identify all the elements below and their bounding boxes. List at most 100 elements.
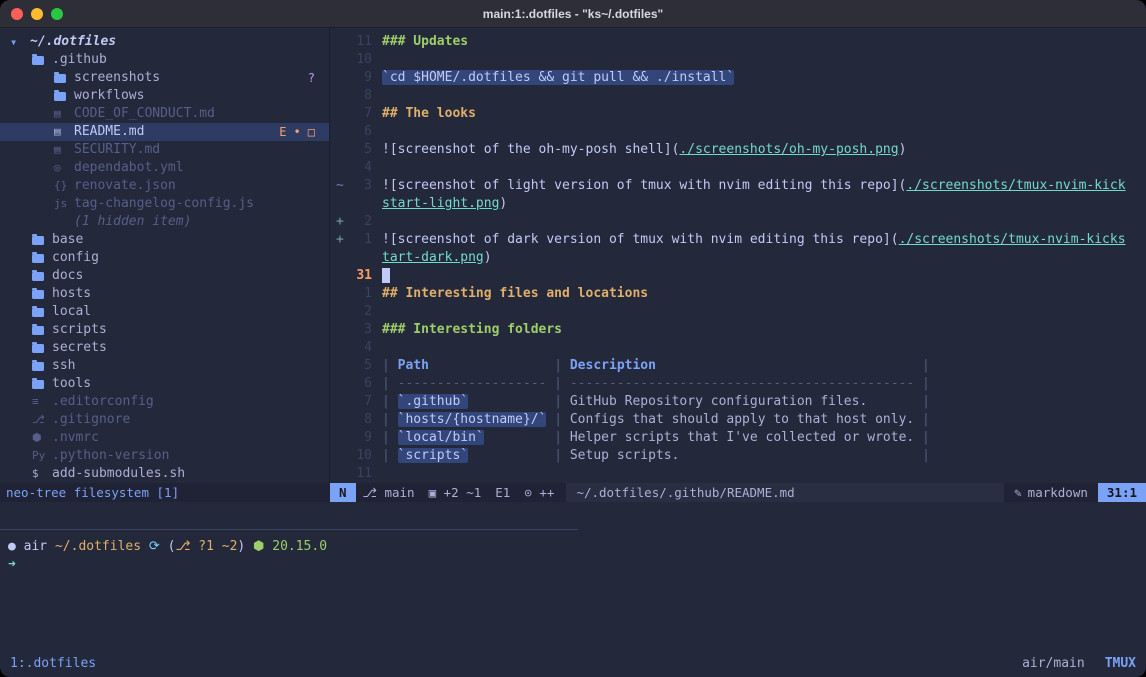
editor-line[interactable]: 8 xyxy=(330,87,1146,105)
editor-line[interactable]: 31 xyxy=(330,267,1146,285)
tree-item-label: .github xyxy=(52,51,107,69)
editor-buffer[interactable]: 11### Updates109`cd $HOME/.dotfiles && g… xyxy=(330,28,1146,483)
text-segment: | xyxy=(382,358,398,373)
text-segment: ### Updates xyxy=(382,34,468,49)
line-number: 4 xyxy=(346,339,372,357)
text-segment: GitHub Repository configuration files. xyxy=(570,394,867,409)
line-number: 3 xyxy=(346,321,372,339)
tree-item-label: (1 hidden item) xyxy=(74,213,191,231)
editor-line[interactable]: +2 xyxy=(330,213,1146,231)
tree-item[interactable]: workflows xyxy=(0,87,329,105)
line-number: 11 xyxy=(346,465,372,483)
editor-line[interactable]: 9`cd $HOME/.dotfiles && git pull && ./in… xyxy=(330,69,1146,87)
tree-item-label: CODE_OF_CONDUCT.md xyxy=(74,105,215,123)
tmux-window-name[interactable]: 1:.dotfiles xyxy=(10,656,96,671)
tree-item[interactable]: $add-submodules.sh xyxy=(0,465,329,483)
gitsign-column xyxy=(330,249,346,267)
markdown-link-url[interactable]: start-light.png xyxy=(382,196,499,211)
tree-item-badges: E•□ xyxy=(279,123,315,141)
editor-line[interactable]: 5![screenshot of the oh-my-posh shell](.… xyxy=(330,141,1146,159)
line-text xyxy=(382,267,1146,285)
close-button[interactable] xyxy=(11,8,23,20)
markdown-link-url[interactable]: ./screenshots/tmux-nvim-kicks xyxy=(899,232,1126,247)
prompt-line: ● air ~/.dotfiles ⟳ (⎇ ?1 ~2) ⬢ 20.15.0 xyxy=(0,538,1146,556)
tree-item[interactable]: ▤CODE_OF_CONDUCT.md xyxy=(0,105,329,123)
tree-item[interactable]: base xyxy=(0,231,329,249)
minimize-button[interactable] xyxy=(31,8,43,20)
markdown-link-url[interactable]: tart-dark.png xyxy=(382,250,484,265)
tree-item-label: config xyxy=(52,249,99,267)
tree-item[interactable]: ≡.editorconfig xyxy=(0,393,329,411)
dependabot-icon: ◎ xyxy=(54,159,70,177)
gitsign-column xyxy=(330,465,346,483)
tree-item[interactable]: ⬢.nvmrc xyxy=(0,429,329,447)
tree-item[interactable]: secrets xyxy=(0,339,329,357)
editor-line[interactable]: start-light.png) xyxy=(330,195,1146,213)
line-text xyxy=(382,159,1146,177)
tree-item[interactable]: ▾~/.dotfiles xyxy=(0,33,329,51)
editor-line[interactable]: 10 xyxy=(330,51,1146,69)
editor-line[interactable]: 3### Interesting folders xyxy=(330,321,1146,339)
editor-line[interactable]: 5 | Path | Description | xyxy=(330,357,1146,375)
tree-item[interactable]: ▤SECURITY.md xyxy=(0,141,329,159)
shell-icon: $ xyxy=(32,465,48,483)
tree-item-label: docs xyxy=(52,267,83,285)
tree-item[interactable]: ▤README.mdE•□ xyxy=(0,123,329,141)
lualine-statusline: N ⎇ main▣ +2 ~1E1⊙ ++ ~/.dotfiles/.githu… xyxy=(330,483,1146,502)
markdown-link-url[interactable]: ./screenshots/tmux-nvim-kick xyxy=(906,178,1125,193)
editor-line[interactable]: 2 xyxy=(330,303,1146,321)
tree-item[interactable]: .github xyxy=(0,51,329,69)
shell-pane[interactable]: ● air ~/.dotfiles ⟳ (⎇ ?1 ~2) ⬢ 20.15.0 … xyxy=(0,502,1146,649)
gitsign-column xyxy=(330,339,346,357)
tree-item[interactable]: (1 hidden item) xyxy=(0,213,329,231)
editor-line[interactable]: 10| `scripts` | Setup scripts. | xyxy=(330,447,1146,465)
editor-line[interactable]: 4 xyxy=(330,159,1146,177)
editor-line[interactable]: ~3![screenshot of light version of tmux … xyxy=(330,177,1146,195)
tree-item-label: base xyxy=(52,231,83,249)
line-number xyxy=(346,249,372,267)
editor-line[interactable]: 7## The looks xyxy=(330,105,1146,123)
editor-line[interactable]: 4 xyxy=(330,339,1146,357)
tree-item[interactable]: local xyxy=(0,303,329,321)
zoom-button[interactable] xyxy=(51,8,63,20)
tree-item[interactable]: {}renovate.json xyxy=(0,177,329,195)
editor-line[interactable]: 9| `local/bin` | Helper scripts that I'v… xyxy=(330,429,1146,447)
tree-item[interactable]: jstag-changelog-config.js xyxy=(0,195,329,213)
file-tree: ▾~/.dotfiles.githubscreenshots?workflows… xyxy=(0,33,329,483)
apple-icon: ● xyxy=(8,539,16,554)
tree-item[interactable]: ◎dependabot.yml xyxy=(0,159,329,177)
line-number: 5 xyxy=(346,357,372,375)
tree-item[interactable]: docs xyxy=(0,267,329,285)
editor-line[interactable]: +1![screenshot of dark version of tmux w… xyxy=(330,231,1146,249)
titlebar: main:1:.dotfiles - "ks~/.dotfiles" xyxy=(0,0,1146,28)
tree-item[interactable]: scripts xyxy=(0,321,329,339)
editor-line[interactable]: 11### Updates xyxy=(330,33,1146,51)
tree-item[interactable]: ⎇.gitignore xyxy=(0,411,329,429)
editor-line[interactable]: 8| `hosts/{hostname}/` | Configs that sh… xyxy=(330,411,1146,429)
editor-line[interactable]: 1## Interesting files and locations xyxy=(330,285,1146,303)
markdown-link-url[interactable]: ./screenshots/oh-my-posh.png xyxy=(679,142,898,157)
tree-item[interactable]: ssh xyxy=(0,357,329,375)
tree-item[interactable]: config xyxy=(0,249,329,267)
text-segment: | xyxy=(468,448,570,463)
line-text: ## The looks xyxy=(382,105,1146,123)
tree-item[interactable]: tools xyxy=(0,375,329,393)
diagnostic-error-badge: E xyxy=(279,123,286,141)
text-segment: | xyxy=(914,412,930,427)
tree-item[interactable]: Py.python-version xyxy=(0,447,329,465)
gitsign-column xyxy=(330,51,346,69)
folder-icon xyxy=(54,92,66,101)
editor-line[interactable]: 6| ------------------- | ---------------… xyxy=(330,375,1146,393)
tree-item[interactable]: screenshots? xyxy=(0,69,329,87)
tree-item[interactable]: hosts xyxy=(0,285,329,303)
cursor-position: 31:1 xyxy=(1098,483,1146,502)
neo-tree-panel: ▾~/.dotfiles.githubscreenshots?workflows… xyxy=(0,28,330,483)
editor-line[interactable]: 7| `.github` | GitHub Repository configu… xyxy=(330,393,1146,411)
editor-line[interactable]: 6 xyxy=(330,123,1146,141)
text-segment: | xyxy=(867,394,930,409)
editor-line[interactable]: 11 xyxy=(330,465,1146,483)
folder-icon xyxy=(32,344,44,353)
line-text: | Path | Description | xyxy=(382,357,1146,375)
gitsign-column xyxy=(330,105,346,123)
editor-line[interactable]: tart-dark.png) xyxy=(330,249,1146,267)
